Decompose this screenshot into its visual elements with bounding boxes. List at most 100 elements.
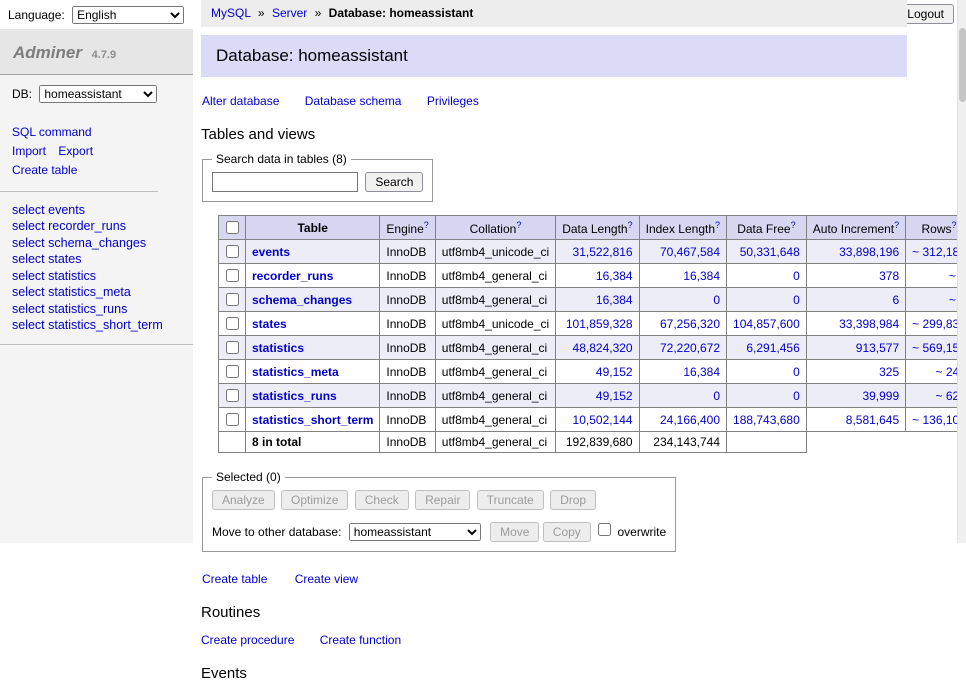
create-function-link[interactable]: Create function (320, 633, 401, 647)
table-link-statistics-runs[interactable]: statistics_runs (252, 389, 337, 403)
analyze-button[interactable]: Analyze (212, 490, 275, 510)
help-link[interactable]: ? (894, 220, 899, 230)
data-free-link[interactable]: 6,291,456 (746, 341, 799, 355)
row-checkbox[interactable] (226, 413, 239, 426)
table-link-events[interactable]: events (252, 245, 290, 259)
create-table-link[interactable]: Create table (202, 572, 267, 586)
help-link[interactable]: ? (952, 220, 957, 230)
auto-increment-link[interactable]: 8,581,645 (846, 413, 899, 427)
help-link[interactable]: ? (715, 220, 720, 230)
check-button[interactable]: Check (355, 490, 409, 510)
sidebar-item-select-states[interactable]: select states (12, 251, 181, 268)
help-link[interactable]: ? (628, 220, 633, 230)
sidebar-link-create-table[interactable]: Create table (12, 163, 77, 177)
optimize-button[interactable]: Optimize (281, 490, 348, 510)
index-length-link[interactable]: 72,220,672 (660, 341, 720, 355)
data-length-link[interactable]: 49,152 (596, 365, 633, 379)
search-input[interactable] (212, 172, 358, 192)
help-icon: ? (424, 220, 429, 231)
sidebar-item-select-recorder-runs[interactable]: select recorder_runs (12, 218, 181, 235)
table-link-statistics-meta[interactable]: statistics_meta (252, 365, 339, 379)
drop-button[interactable]: Drop (550, 490, 596, 510)
sidebar-link-import[interactable]: Import (12, 144, 46, 158)
table-link-schema-changes[interactable]: schema_changes (252, 293, 352, 307)
auto-increment-link[interactable]: 378 (879, 269, 899, 283)
table-link-statistics[interactable]: statistics (252, 341, 304, 355)
move-database-select[interactable]: homeassistant (349, 523, 481, 541)
sidebar-link-sql-command[interactable]: SQL command (12, 125, 92, 139)
sidebar-item-select-statistics-meta[interactable]: select statistics_meta (12, 284, 181, 301)
create-procedure-link[interactable]: Create procedure (201, 633, 294, 647)
data-length-link[interactable]: 10,502,144 (573, 413, 633, 427)
auto-increment-link[interactable]: 6 (892, 293, 899, 307)
index-length-link[interactable]: 0 (713, 389, 720, 403)
index-length-link[interactable]: 0 (713, 293, 720, 307)
truncate-button[interactable]: Truncate (477, 490, 544, 510)
data-length-link[interactable]: 49,152 (596, 389, 633, 403)
data-length-link[interactable]: 48,824,320 (573, 341, 633, 355)
row-checkbox[interactable] (226, 389, 239, 402)
data-length-link[interactable]: 31,522,816 (573, 245, 633, 259)
index-length-link[interactable]: 67,256,320 (660, 317, 720, 331)
row-checkbox[interactable] (226, 365, 239, 378)
breadcrumb-link-server[interactable]: Server (272, 6, 307, 20)
vertical-scrollbar[interactable] (957, 0, 966, 543)
move-button[interactable]: Move (490, 522, 539, 542)
data-free-link[interactable]: 0 (793, 269, 800, 283)
copy-button[interactable]: Copy (543, 522, 591, 542)
table-link-statistics-short-term[interactable]: statistics_short_term (252, 413, 373, 427)
auto-increment-link[interactable]: 325 (879, 365, 899, 379)
data-free-link[interactable]: 104,857,600 (733, 317, 800, 331)
help-link[interactable]: ? (791, 220, 796, 230)
table-row: statistics_short_term InnoDB utf8mb4_gen… (219, 408, 966, 432)
table-row: statistics_meta InnoDB utf8mb4_general_c… (219, 360, 966, 384)
breadcrumb-separator: » (315, 6, 322, 20)
help-link[interactable]: ? (516, 220, 521, 230)
auto-increment-link[interactable]: 39,999 (862, 389, 899, 403)
data-length-link[interactable]: 101,859,328 (566, 317, 633, 331)
data-free-link[interactable]: 0 (793, 365, 800, 379)
language-select[interactable]: English (72, 6, 184, 24)
move-row: Move to other database: homeassistant Mo… (212, 520, 666, 542)
sidebar-item-select-statistics-short-term[interactable]: select statistics_short_term (12, 317, 181, 334)
privileges-link[interactable]: Privileges (427, 94, 479, 108)
help-link[interactable]: ? (424, 220, 429, 230)
sidebar-item-select-statistics-runs[interactable]: select statistics_runs (12, 301, 181, 318)
collation-cell: utf8mb4_general_ci (435, 384, 555, 408)
scrollbar-thumb[interactable] (959, 28, 966, 102)
table-link-recorder-runs[interactable]: recorder_runs (252, 269, 333, 283)
db-select[interactable]: homeassistant (39, 85, 157, 103)
row-checkbox[interactable] (226, 317, 239, 330)
data-free-link[interactable]: 0 (793, 389, 800, 403)
breadcrumb-link-mysql[interactable]: MySQL (211, 6, 251, 20)
row-checkbox[interactable] (226, 293, 239, 306)
create-view-link[interactable]: Create view (295, 572, 358, 586)
sidebar-item-select-events[interactable]: select events (12, 202, 181, 219)
auto-increment-link[interactable]: 33,898,196 (839, 245, 899, 259)
overwrite-checkbox[interactable] (598, 523, 611, 536)
index-length-link[interactable]: 24,166,400 (660, 413, 720, 427)
data-free-link[interactable]: 0 (793, 293, 800, 307)
sidebar-link-export[interactable]: Export (58, 144, 93, 158)
select-all-checkbox[interactable] (226, 221, 239, 234)
index-length-link[interactable]: 16,384 (683, 269, 720, 283)
data-length-link[interactable]: 16,384 (596, 269, 633, 283)
alter-database-link[interactable]: Alter database (202, 94, 279, 108)
repair-button[interactable]: Repair (415, 490, 470, 510)
search-button[interactable]: Search (365, 172, 423, 192)
auto-increment-link[interactable]: 913,577 (856, 341, 899, 355)
row-checkbox[interactable] (226, 269, 239, 282)
auto-increment-link[interactable]: 33,398,984 (839, 317, 899, 331)
row-checkbox[interactable] (226, 245, 239, 258)
index-length-link[interactable]: 16,384 (683, 365, 720, 379)
table-link-states[interactable]: states (252, 317, 287, 331)
search-fieldset: Search data in tables (8) Search (202, 152, 433, 202)
sidebar-item-select-schema-changes[interactable]: select schema_changes (12, 235, 181, 252)
data-free-link[interactable]: 50,331,648 (740, 245, 800, 259)
sidebar-item-select-statistics[interactable]: select statistics (12, 268, 181, 285)
database-schema-link[interactable]: Database schema (305, 94, 402, 108)
data-free-link[interactable]: 188,743,680 (733, 413, 800, 427)
index-length-link[interactable]: 70,467,584 (660, 245, 720, 259)
data-length-link[interactable]: 16,384 (596, 293, 633, 307)
row-checkbox[interactable] (226, 341, 239, 354)
